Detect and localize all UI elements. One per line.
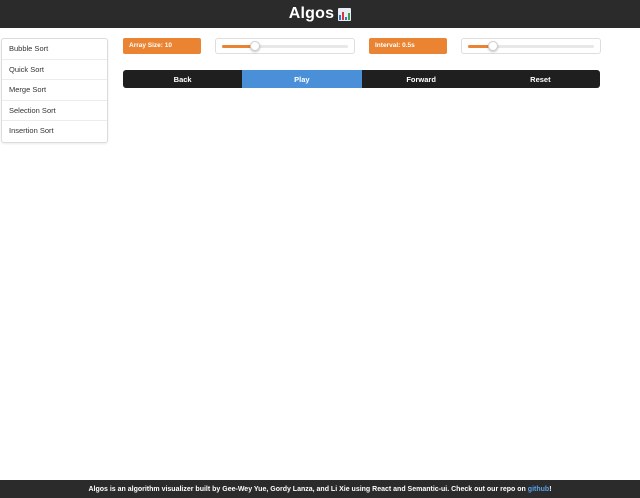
algorithm-menu: Bubble Sort Quick Sort Merge Sort Select…	[1, 38, 108, 143]
play-button[interactable]: Play	[242, 70, 362, 88]
menu-item-bubble-sort[interactable]: Bubble Sort	[2, 39, 107, 60]
reset-button[interactable]: Reset	[480, 70, 600, 88]
app-header: Algos	[0, 0, 640, 28]
menu-item-quick-sort[interactable]: Quick Sort	[2, 60, 107, 80]
array-size-slider[interactable]	[215, 38, 355, 54]
back-button[interactable]: Back	[123, 70, 243, 88]
footer-text: Algos is an algorithm visualizer built b…	[88, 485, 526, 493]
footer-suffix: !	[549, 485, 552, 493]
menu-item-merge-sort[interactable]: Merge Sort	[2, 80, 107, 101]
bar-chart-icon	[338, 7, 352, 21]
array-size-slider-thumb[interactable]	[250, 41, 260, 51]
playback-controls: Back Play Forward Reset	[123, 70, 600, 88]
app-footer: Algos is an algorithm visualizer built b…	[0, 480, 640, 498]
app-title: Algos	[288, 5, 335, 22]
forward-button[interactable]: Forward	[361, 70, 481, 88]
interval-slider[interactable]	[461, 38, 601, 54]
github-link[interactable]: github	[528, 486, 549, 493]
menu-item-selection-sort[interactable]: Selection Sort	[2, 101, 107, 121]
array-size-label: Array Size: 10	[123, 38, 201, 54]
array-size-slider-track[interactable]	[222, 45, 348, 48]
interval-slider-track[interactable]	[468, 45, 594, 48]
interval-slider-thumb[interactable]	[488, 41, 498, 51]
interval-label: Interval: 0.5s	[369, 38, 447, 54]
menu-item-insertion-sort[interactable]: Insertion Sort	[2, 121, 107, 142]
